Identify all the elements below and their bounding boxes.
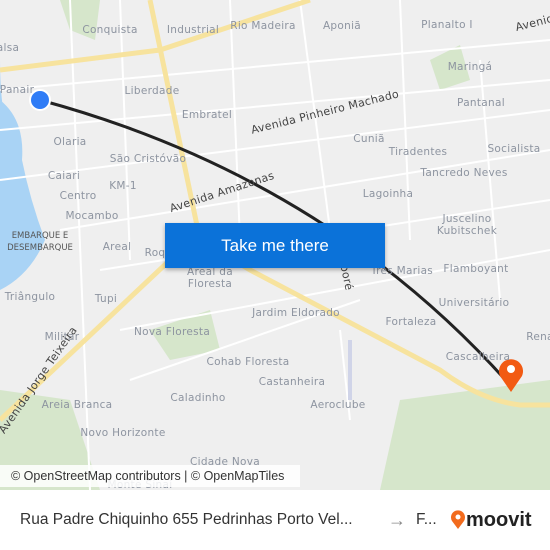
- map-label: Areal da Floresta: [187, 266, 233, 290]
- map-label: Maringá: [447, 61, 493, 73]
- moovit-logo: moovit: [450, 509, 532, 532]
- map-label: Socialista: [487, 143, 541, 155]
- footer-bar: Rua Padre Chiquinho 655 Pedrinhas Porto …: [0, 490, 550, 550]
- map-label: Roq: [144, 247, 166, 259]
- map-label: Juscelino Kubitschek: [436, 213, 498, 237]
- map[interactable]: Conquista Industrial Rio Madeira Aponiã Plan…: [0, 0, 550, 490]
- map-label: Flamboyant: [443, 263, 509, 275]
- map-label: Triângulo: [4, 291, 56, 303]
- map-label: Planalto I: [421, 19, 473, 31]
- map-label: Industrial: [166, 24, 220, 36]
- map-label: Novo Horizonte: [80, 427, 166, 439]
- map-label: EMBARQUE E DESEMBARQUE: [7, 231, 73, 253]
- moovit-pin-icon: [451, 510, 465, 529]
- brand-name: moovit: [466, 508, 532, 531]
- map-label: Areia Branca: [41, 399, 113, 411]
- arrow-right-icon: →: [388, 509, 406, 530]
- map-label: Aeroclube: [310, 399, 366, 411]
- map-label: Liberdade: [124, 85, 180, 97]
- map-label: Panair: [0, 84, 35, 96]
- map-label: Caiari: [47, 170, 81, 182]
- map-label: Tupi: [94, 293, 118, 305]
- map-label: Cascalheira: [445, 351, 511, 363]
- map-label: Castanheira: [258, 376, 326, 388]
- map-label: Olaria: [53, 136, 87, 148]
- map-label: Cohab Floresta: [206, 356, 290, 368]
- map-label: KM-1: [109, 180, 137, 192]
- take-me-there-button[interactable]: Take me there: [165, 223, 385, 268]
- map-label: Jardim Eldorado: [252, 307, 340, 319]
- map-label: Caladinho: [170, 392, 226, 404]
- map-label: Universitário: [438, 297, 510, 309]
- map-label: Cuniã: [353, 133, 385, 145]
- map-label: Tancredo Neves: [420, 167, 508, 179]
- map-label: Embratel: [181, 109, 233, 121]
- map-label: Aponiã: [322, 20, 362, 32]
- map-label: Areal: [102, 241, 132, 253]
- map-label: São Cristóvão: [109, 153, 187, 165]
- map-label: Rio Madeira: [230, 20, 296, 32]
- map-label: alsa: [0, 42, 20, 54]
- map-label: Tiradentes: [388, 146, 448, 158]
- map-label: Fortaleza: [385, 316, 437, 328]
- map-attribution: © OpenStreetMap contributors | © OpenMap…: [0, 465, 300, 487]
- map-label: Pantanal: [457, 97, 505, 109]
- map-label: Nova Floresta: [133, 326, 211, 338]
- map-label: Centro: [59, 190, 97, 202]
- map-label: Conquista: [82, 24, 138, 36]
- map-label: Mocambo: [65, 210, 119, 222]
- map-label: Rena: [526, 331, 550, 343]
- destination-text: F...: [416, 511, 437, 528]
- map-label: Lagoinha: [362, 188, 414, 200]
- origin-text: Rua Padre Chiquinho 655 Pedrinhas Porto …: [20, 511, 353, 528]
